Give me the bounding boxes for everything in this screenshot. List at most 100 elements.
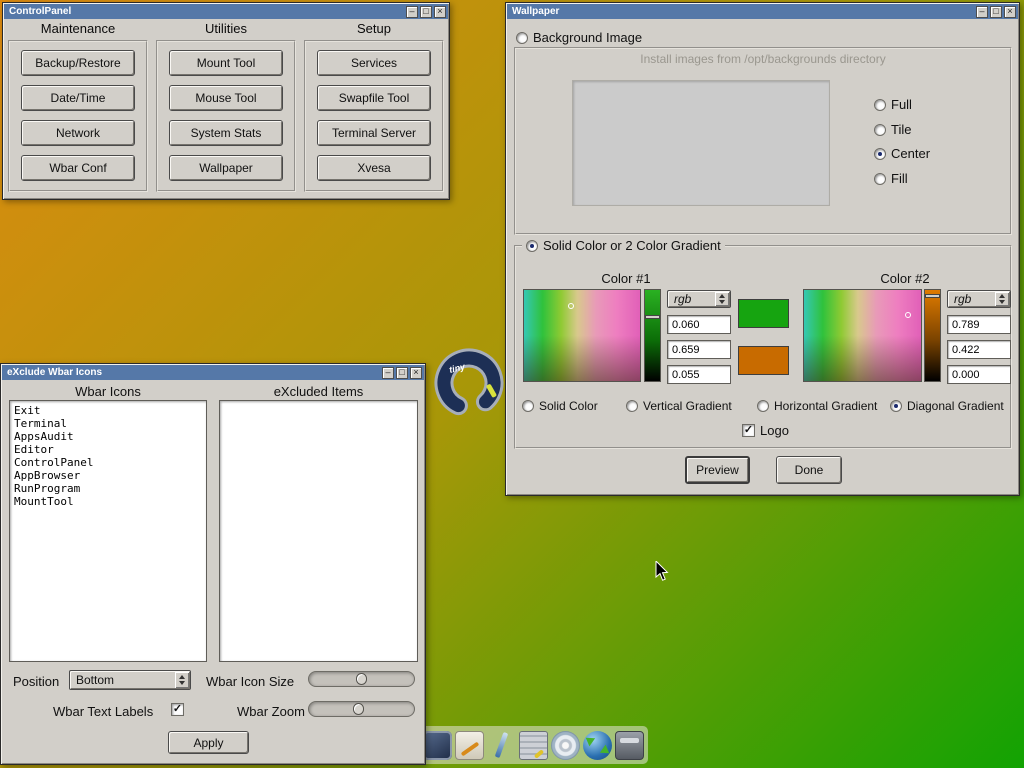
backup-restore-button[interactable]: Backup/Restore [21,50,135,76]
color1-r-input[interactable] [667,315,731,334]
titlebar-wallpaper[interactable]: Wallpaper – □ × [507,4,1018,19]
color1-g-input[interactable] [667,340,731,359]
color1-swatch [738,299,789,328]
list-item[interactable]: Exit [14,404,202,417]
apply-button[interactable]: Apply [168,731,249,754]
system-stats-button[interactable]: System Stats [169,120,283,146]
list-item[interactable]: Terminal [14,417,202,430]
background-image-listbox[interactable] [572,80,830,206]
solid-color-radio[interactable]: Solid Color [522,399,598,413]
swapfile-tool-button[interactable]: Swapfile Tool [317,85,431,111]
picker-marker-icon[interactable] [568,303,574,309]
slider-handle[interactable] [356,673,367,685]
date-time-button[interactable]: Date/Time [21,85,135,111]
editor-icon[interactable] [455,731,484,760]
close-icon[interactable]: × [410,367,422,379]
solid-color-group: Solid Color or 2 Color Gradient Color #1… [514,245,1012,449]
maximize-icon[interactable]: □ [990,6,1002,18]
column-group: Services Swapfile Tool Terminal Server X… [304,40,444,192]
radio-label: Vertical Gradient [643,399,732,413]
slider-handle[interactable] [353,703,364,715]
color1-space-choice[interactable]: rgb [667,290,731,308]
excluded-items-list[interactable] [219,400,418,662]
picker-marker-icon[interactable] [905,312,911,318]
maximize-icon[interactable]: □ [420,6,432,18]
wbar-text-labels-label: Wbar Text Labels [53,704,153,719]
terminal-server-button[interactable]: Terminal Server [317,120,431,146]
mode-full-radio[interactable]: Full [874,97,912,112]
choice-value: rgb [954,292,971,306]
list-item[interactable]: AppBrowser [14,469,202,482]
list-item[interactable]: MountTool [14,495,202,508]
apps-icon[interactable] [519,731,548,760]
radio-label: Diagonal Gradient [907,399,1004,413]
spinner-icon [715,292,729,306]
slider-marker-icon[interactable] [645,315,660,319]
services-button[interactable]: Services [317,50,431,76]
wbar-zoom-slider[interactable] [308,701,415,717]
done-button[interactable]: Done [776,456,842,484]
position-label: Position [13,674,59,689]
vertical-gradient-radio[interactable]: Vertical Gradient [626,399,732,413]
network-button[interactable]: Network [21,120,135,146]
radio-label: Center [891,146,930,161]
tinycore-logo: tiny [432,348,506,421]
horizontal-gradient-radio[interactable]: Horizontal Gradient [757,399,877,413]
list-item[interactable]: AppsAudit [14,430,202,443]
titlebar-controlpanel[interactable]: ControlPanel – □ × [4,4,448,19]
color2-space-choice[interactable]: rgb [947,290,1011,308]
mode-tile-radio[interactable]: Tile [874,122,911,137]
mount-tool-button[interactable]: Mount Tool [169,50,283,76]
terminal-icon[interactable] [423,731,452,760]
wbar-icon-size-label: Wbar Icon Size [206,674,294,689]
column-group: Mount Tool Mouse Tool System Stats Wallp… [156,40,296,192]
minimize-icon[interactable]: – [382,367,394,379]
color2-swatch [738,346,789,375]
logo-checkbox[interactable]: ✓ Logo [742,423,789,438]
close-icon[interactable]: × [434,6,446,18]
mode-center-radio[interactable]: Center [874,146,930,161]
close-icon[interactable]: × [1004,6,1016,18]
list-item[interactable]: RunProgram [14,482,202,495]
wbar-conf-button[interactable]: Wbar Conf [21,155,135,181]
solid-color-gradient-radio[interactable]: Solid Color or 2 Color Gradient [522,238,725,253]
color1-picker[interactable] [523,289,641,382]
list-item[interactable]: Editor [14,443,202,456]
slider-marker-icon[interactable] [925,294,940,298]
radio-circle-icon [626,400,638,412]
checkbox-label: Logo [760,423,789,438]
wallpaper-button[interactable]: Wallpaper [169,155,283,181]
diagonal-gradient-radio[interactable]: Diagonal Gradient [890,399,1004,413]
wbar-icons-list[interactable]: Exit Terminal AppsAudit Editor ControlPa… [9,400,207,662]
radio-circle-icon [874,173,886,185]
color1-value-slider[interactable] [644,289,661,382]
color2-value-slider[interactable] [924,289,941,382]
radio-circle-icon [757,400,769,412]
color1-b-input[interactable] [667,365,731,384]
titlebar-exclude-wbar[interactable]: eXclude Wbar Icons – □ × [2,365,424,380]
mode-fill-radio[interactable]: Fill [874,171,908,186]
color2-g-input[interactable] [947,340,1011,359]
position-choice[interactable]: Bottom [69,670,191,690]
preview-button[interactable]: Preview [685,456,750,484]
maximize-icon[interactable]: □ [396,367,408,379]
list-item[interactable]: ControlPanel [14,456,202,469]
install-hint-label: Install images from /opt/backgrounds dir… [516,52,1010,66]
cd-icon[interactable] [551,731,580,760]
color2-r-input[interactable] [947,315,1011,334]
network-icon[interactable] [583,731,612,760]
mouse-tool-button[interactable]: Mouse Tool [169,85,283,111]
wbar-text-labels-checkbox[interactable]: ✓ [171,703,184,716]
color2-picker[interactable] [803,289,922,382]
column-group: Backup/Restore Date/Time Network Wbar Co… [8,40,148,192]
xvesa-button[interactable]: Xvesa [317,155,431,181]
color2-b-input[interactable] [947,365,1011,384]
pen-icon[interactable] [487,731,516,760]
minimize-icon[interactable]: – [406,6,418,18]
radio-label: Tile [891,122,911,137]
minimize-icon[interactable]: – [976,6,988,18]
background-image-radio[interactable]: Background Image [516,30,642,45]
radio-circle-icon [516,32,528,44]
drive-icon[interactable] [615,731,644,760]
wbar-icon-size-slider[interactable] [308,671,415,687]
